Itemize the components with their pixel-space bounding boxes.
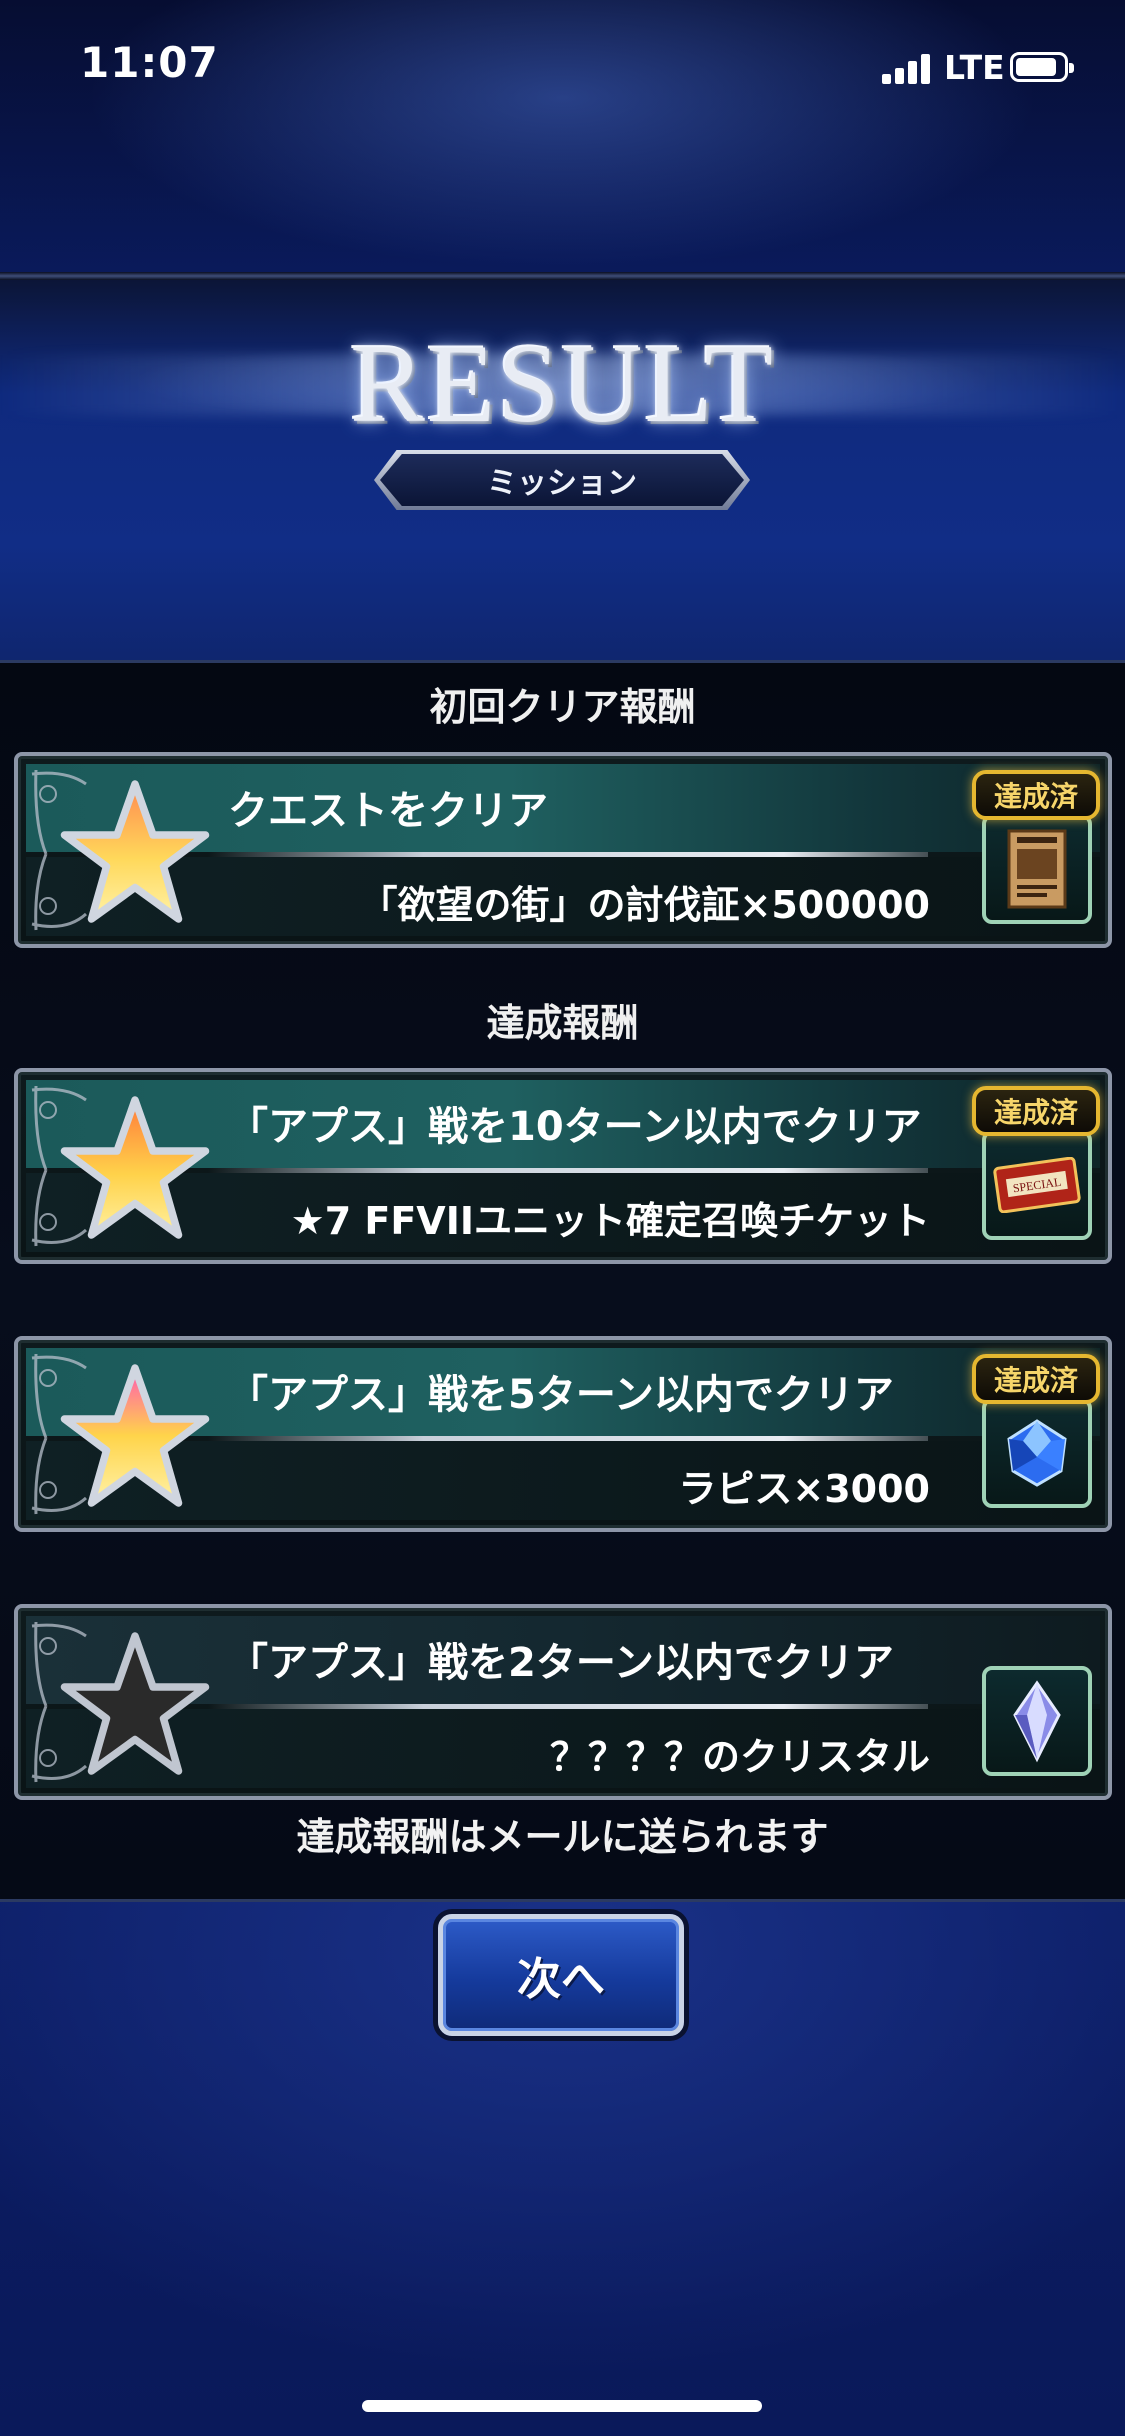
- special-ticket-icon: SPECIAL: [993, 1157, 1081, 1213]
- mission-title: 「アプス」戦を5ターン以内でクリア: [228, 1372, 894, 1418]
- mission-label: ミッション: [380, 454, 744, 506]
- battery-icon: [1010, 52, 1074, 82]
- mission-reward: ★7 FFVIIユニット確定召喚チケット: [290, 1199, 930, 1243]
- mission-card: 「アプス」戦を2ターン以内でクリア ？？？？のクリスタル: [14, 1604, 1112, 1800]
- footer-note: 達成報酬はメールに送られます: [296, 1815, 829, 1859]
- achieved-badge: 達成済: [972, 1086, 1100, 1136]
- wanted-poster-icon: [1007, 829, 1067, 909]
- reward-item[interactable]: [982, 1666, 1092, 1776]
- result-title: RESULT: [350, 322, 775, 446]
- divider: [208, 1704, 928, 1709]
- mission-card: クエストをクリア 「欲望の街」の討伐証×500000 達成済: [14, 752, 1112, 948]
- mission-card: 「アプス」戦を5ターン以内でクリア ラピス×3000 達成済: [14, 1336, 1112, 1532]
- divider: [208, 852, 928, 857]
- achieved-badge: 達成済: [972, 770, 1100, 820]
- reward-item[interactable]: [982, 1398, 1092, 1508]
- divider: [208, 1168, 928, 1173]
- divider: [0, 272, 1125, 280]
- status-bar: 11:07 LTE: [0, 0, 1125, 140]
- star-icon: [60, 1364, 210, 1507]
- reward-item[interactable]: [982, 814, 1092, 924]
- section-title-first-clear: 初回クリア報酬: [429, 685, 696, 729]
- status-time: 11:07: [80, 38, 219, 87]
- mission-reward: ？？？？のクリスタル: [549, 1735, 930, 1779]
- mission-card: 「アプス」戦を10ターン以内でクリア ★7 FFVIIユニット確定召喚チケット …: [14, 1068, 1112, 1264]
- signal-icon: [882, 54, 938, 84]
- mission-title: クエストをクリア: [228, 788, 548, 834]
- reward-item[interactable]: SPECIAL: [982, 1130, 1092, 1240]
- section-title-achievement: 達成報酬: [486, 1001, 639, 1045]
- star-icon: [60, 780, 210, 923]
- mission-reward: ラピス×3000: [678, 1467, 930, 1511]
- lapis-gem-icon: [1007, 1419, 1067, 1487]
- next-button[interactable]: 次へ: [438, 1914, 684, 2036]
- mission-title: 「アプス」戦を2ターン以内でクリア: [228, 1640, 894, 1686]
- mission-reward: 「欲望の街」の討伐証×500000: [359, 883, 930, 927]
- star-icon: [60, 1096, 210, 1239]
- crystal-icon: [1013, 1680, 1061, 1763]
- home-indicator[interactable]: [362, 2400, 762, 2412]
- network-label: LTE: [944, 48, 1005, 87]
- divider: [208, 1436, 928, 1441]
- achieved-badge: 達成済: [972, 1354, 1100, 1404]
- star-icon: [60, 1632, 210, 1775]
- mission-title: 「アプス」戦を10ターン以内でクリア: [228, 1104, 922, 1150]
